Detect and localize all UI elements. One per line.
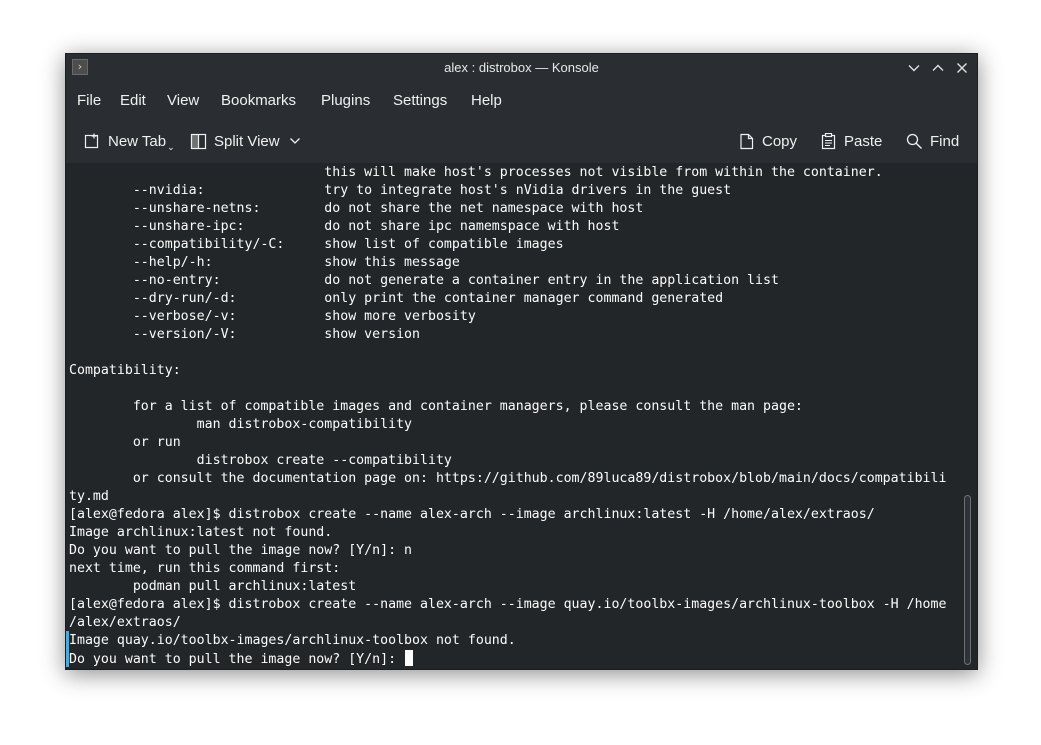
- new-tab-dropdown-icon: ⌄: [167, 141, 175, 152]
- terminal-line: --help/-h: show this message: [69, 254, 947, 272]
- split-view-label: Split View: [214, 132, 280, 150]
- menu-view[interactable]: View: [167, 92, 199, 109]
- terminal-line: Compatibility:: [69, 362, 947, 380]
- terminal-line: --nvidia: try to integrate host's nVidia…: [69, 182, 947, 200]
- terminal-line: or run: [69, 434, 947, 452]
- terminal-line-text: --help/-h: show this message: [69, 255, 460, 270]
- copy-button[interactable]: Copy: [739, 130, 797, 152]
- terminal-line-text: Do you want to pull the image now? [Y/n]…: [69, 543, 413, 558]
- terminal-line-text: Compatibility:: [69, 363, 181, 378]
- new-tab-label: New Tab: [108, 132, 167, 150]
- new-tab-button[interactable]: New Tab ⌄: [84, 130, 175, 152]
- terminal-view[interactable]: this will make host's processes not visi…: [66, 163, 959, 669]
- terminal-output: this will make host's processes not visi…: [69, 164, 947, 668]
- terminal-line: Image archlinux:latest not found.: [69, 524, 947, 542]
- scrollbar[interactable]: [959, 163, 977, 669]
- terminal-line: --unshare-ipc: do not share ipc namemspa…: [69, 218, 947, 236]
- terminal-line-text: [alex@fedora alex]$ distrobox create --n…: [69, 507, 875, 522]
- terminal-cursor: [405, 650, 414, 666]
- toolbar: New Tab ⌄ Split View Copy Paste Find: [66, 120, 977, 162]
- terminal-line-text: --version/-V: show version: [69, 327, 420, 342]
- chevron-down-icon: [289, 138, 300, 144]
- terminal-line-text: Image archlinux:latest not found.: [69, 525, 333, 540]
- terminal-line-text: or consult the documentation page on: ht…: [69, 471, 947, 486]
- menu-help[interactable]: Help: [471, 92, 502, 109]
- terminal-line: next time, run this command first:: [69, 560, 947, 578]
- terminal-line: Do you want to pull the image now? [Y/n]…: [69, 542, 947, 560]
- terminal-line-text: --nvidia: try to integrate host's nVidia…: [69, 183, 732, 198]
- scrollbar-thumb[interactable]: [964, 495, 971, 665]
- new-tab-icon: [84, 133, 99, 148]
- window-title: alex : distrobox — Konsole: [444, 60, 599, 75]
- terminal-line-text: --compatibility/-C: show list of compati…: [69, 237, 564, 252]
- terminal-line: or consult the documentation page on: ht…: [69, 470, 947, 488]
- konsole-window: › alex : distrobox — Konsole File Edit V…: [65, 53, 978, 670]
- terminal-line-text: [alex@fedora alex]$ distrobox create --n…: [69, 597, 947, 612]
- copy-label: Copy: [762, 132, 798, 150]
- terminal-line-text: ty.md: [69, 489, 109, 504]
- terminal-line-text: --unshare-ipc: do not share ipc namemspa…: [69, 219, 620, 234]
- terminal-line: this will make host's processes not visi…: [69, 164, 947, 182]
- find-button[interactable]: Find: [906, 130, 959, 152]
- terminal-line: podman pull archlinux:latest: [69, 578, 947, 596]
- chevron-down-icon: [908, 65, 920, 72]
- menu-edit[interactable]: Edit: [120, 92, 146, 109]
- terminal-line-text: Do you want to pull the image now? [Y/n]…: [69, 652, 405, 667]
- close-icon: [957, 63, 967, 73]
- terminal-line: distrobox create --compatibility: [69, 452, 947, 470]
- menu-bar: File Edit View Bookmarks Plugins Setting…: [66, 82, 977, 120]
- terminal-line-text: this will make host's processes not visi…: [69, 165, 883, 180]
- terminal-line-text: distrobox create --compatibility: [69, 453, 452, 468]
- title-bar[interactable]: › alex : distrobox — Konsole: [66, 54, 977, 82]
- terminal-line: [alex@fedora alex]$ distrobox create --n…: [69, 506, 947, 524]
- terminal-line: --dry-run/-d: only print the container m…: [69, 290, 947, 308]
- terminal-line: Do you want to pull the image now? [Y/n]…: [69, 650, 947, 668]
- find-label: Find: [930, 132, 960, 150]
- terminal-line: --unshare-netns: do not share the net na…: [69, 200, 947, 218]
- chevron-up-icon: [932, 64, 944, 71]
- minimize-button[interactable]: [904, 58, 924, 78]
- terminal-line-text: --unshare-netns: do not share the net na…: [69, 201, 644, 216]
- paste-label: Paste: [844, 132, 883, 150]
- terminal-line: --no-entry: do not generate a container …: [69, 272, 947, 290]
- paste-button[interactable]: Paste: [821, 130, 882, 152]
- terminal-line-text: next time, run this command first:: [69, 561, 341, 576]
- terminal-line-text: /alex/extraos/: [69, 615, 181, 630]
- split-view-icon: [190, 133, 207, 149]
- copy-icon: [740, 133, 754, 149]
- menu-plugins[interactable]: Plugins: [321, 92, 370, 109]
- terminal-line-text: man distrobox-compatibility: [69, 417, 413, 432]
- menu-file[interactable]: File: [77, 92, 101, 109]
- terminal-line: --verbose/-v: show more verbosity: [69, 308, 947, 326]
- terminal-line: --version/-V: show version: [69, 326, 947, 344]
- terminal-line-text: --dry-run/-d: only print the container m…: [69, 291, 724, 306]
- terminal-line-text: --verbose/-v: show more verbosity: [69, 309, 476, 324]
- terminal-line: man distrobox-compatibility: [69, 416, 947, 434]
- terminal-line: --compatibility/-C: show list of compati…: [69, 236, 947, 254]
- terminal-line: /alex/extraos/: [69, 614, 947, 632]
- terminal-line: ty.md: [69, 488, 947, 506]
- terminal-line-text: Image quay.io/toolbx-images/archlinux-to…: [69, 633, 516, 648]
- menu-bookmarks[interactable]: Bookmarks: [221, 92, 296, 109]
- paste-icon: [821, 132, 836, 149]
- maximize-button[interactable]: [928, 58, 948, 78]
- terminal-line: Image quay.io/toolbx-images/archlinux-to…: [69, 632, 947, 650]
- split-view-button[interactable]: Split View: [190, 130, 301, 152]
- terminal-line-text: or run: [69, 435, 181, 450]
- terminal-line-text: for a list of compatible images and cont…: [69, 399, 803, 414]
- close-button[interactable]: [952, 58, 972, 78]
- search-icon: [906, 133, 922, 149]
- menu-settings[interactable]: Settings: [393, 92, 447, 109]
- terminal-line: [alex@fedora alex]$ distrobox create --n…: [69, 596, 947, 614]
- terminal-line: for a list of compatible images and cont…: [69, 398, 947, 416]
- terminal-line-text: --no-entry: do not generate a container …: [69, 273, 779, 288]
- terminal-line-text: podman pull archlinux:latest: [69, 579, 357, 594]
